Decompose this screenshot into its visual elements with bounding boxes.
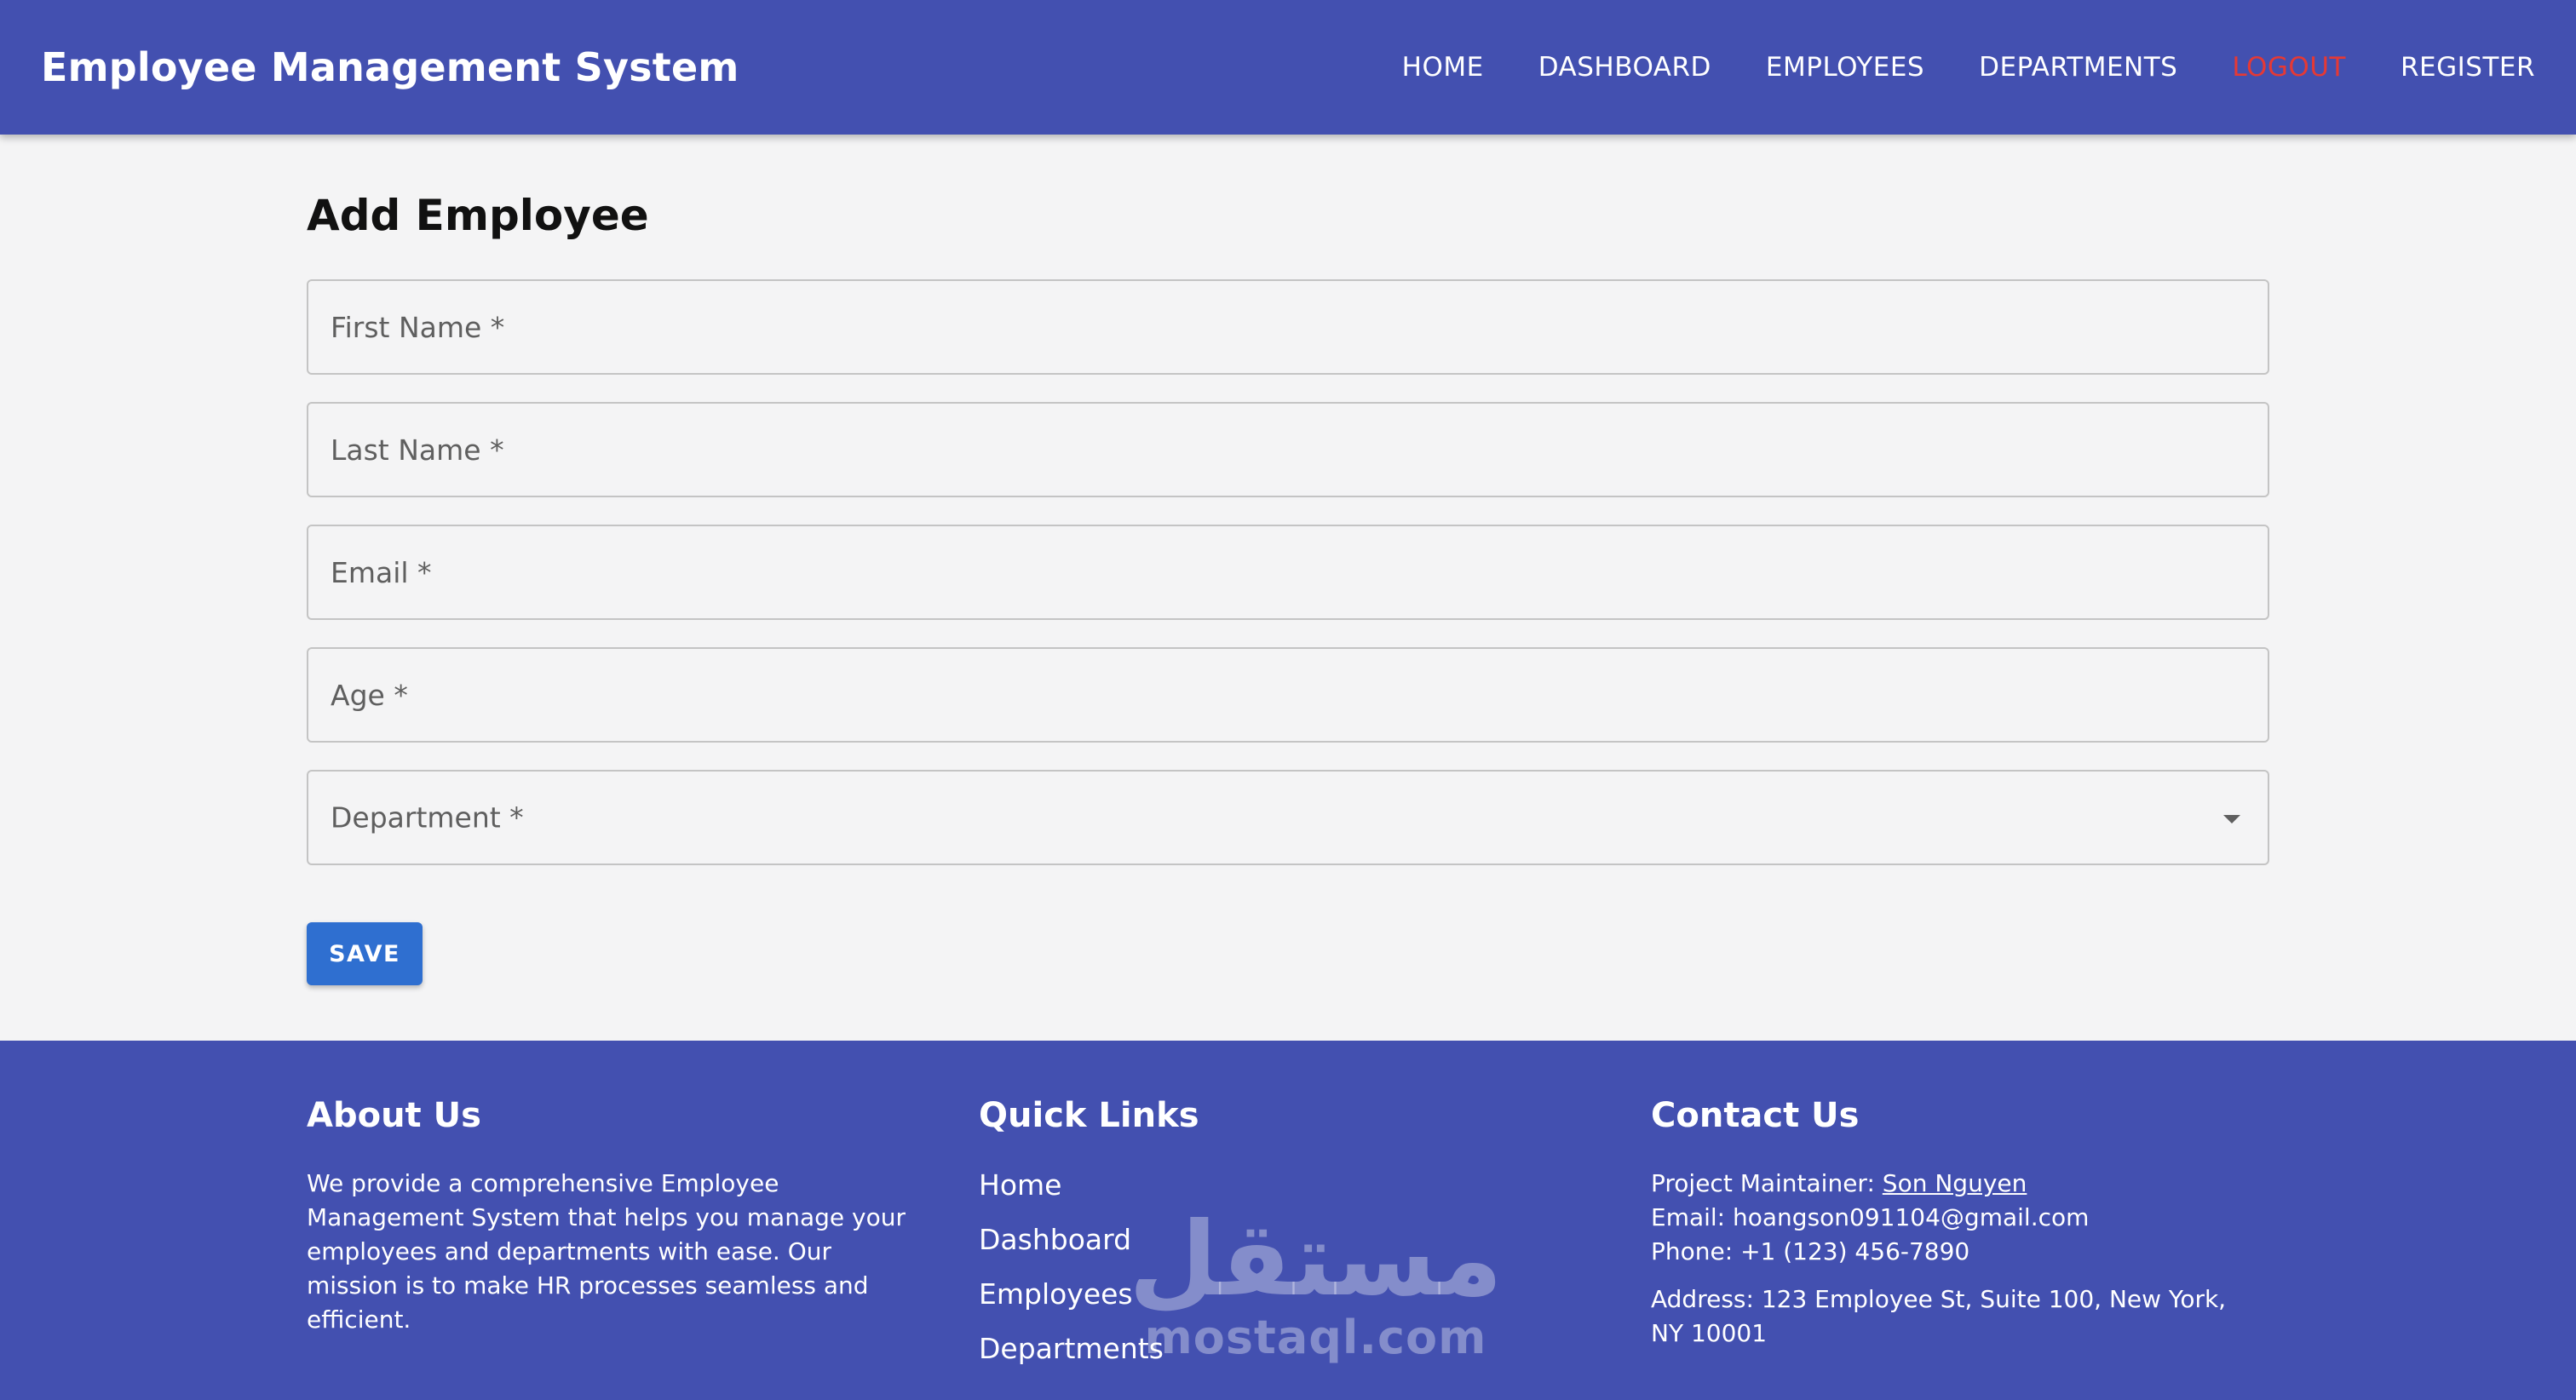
maintainer-label: Project Maintainer: [1651,1169,1883,1197]
main-nav: HOME DASHBOARD EMPLOYEES DEPARTMENTS LOG… [1348,52,2535,83]
department-label: Department * [331,800,524,835]
maintainer-link[interactable]: Son Nguyen [1883,1169,2027,1197]
maintainer-line: Project Maintainer: Son Nguyen [1651,1167,2247,1201]
footer-quick-links: Quick Links Home Dashboard Employees Dep… [979,1099,1199,1368]
about-text: We provide a comprehensive Employee Mana… [307,1169,906,1334]
contact-email: Email: hoangson091104@gmail.com [1651,1203,2090,1231]
last-name-input[interactable] [308,404,2268,496]
contact-address: Address: 123 Employee St, Suite 100, New… [1651,1285,2227,1347]
department-select[interactable]: Department * [307,770,2269,865]
nav-employees[interactable]: EMPLOYEES [1766,52,1924,83]
footer-about: About Us We provide a comprehensive Empl… [307,1099,920,1337]
footer-link-departments[interactable]: Departments [979,1330,1199,1368]
last-name-field[interactable] [307,402,2269,497]
quick-links-list: Home Dashboard Employees Departments [979,1167,1199,1368]
footer: About Us We provide a comprehensive Empl… [0,1041,2576,1400]
email-input[interactable] [308,526,2268,618]
age-input[interactable] [308,649,2268,741]
contact-title: Contact Us [1651,1096,1860,1135]
nav-departments[interactable]: DEPARTMENTS [1979,52,2177,83]
first-name-field[interactable] [307,279,2269,375]
about-title: About Us [307,1096,481,1135]
footer-link-dashboard[interactable]: Dashboard [979,1221,1199,1259]
page-title: Add Employee [307,191,649,240]
first-name-input[interactable] [308,281,2268,373]
nav-dashboard[interactable]: DASHBOARD [1538,52,1711,83]
age-field[interactable] [307,647,2269,743]
add-employee-form: Department * SAVE [307,279,2269,985]
quick-links-title: Quick Links [979,1096,1199,1135]
app-header: Employee Management System HOME DASHBOAR… [0,0,2576,135]
chevron-down-icon[interactable] [2223,815,2240,823]
main-content: Add Employee Department * SAVE [307,135,2269,985]
email-field[interactable] [307,525,2269,620]
nav-home[interactable]: HOME [1402,52,1484,83]
save-button[interactable]: SAVE [307,922,423,985]
contact-phone: Phone: +1 (123) 456-7890 [1651,1237,1970,1265]
contact-info: Project Maintainer: Son Nguyen Email: ho… [1651,1167,2247,1351]
app-title: Employee Management System [41,44,739,90]
footer-contact: Contact Us Project Maintainer: Son Nguye… [1651,1099,2247,1351]
nav-logout[interactable]: LOGOUT [2232,52,2346,83]
nav-register[interactable]: REGISTER [2401,52,2535,83]
footer-link-employees[interactable]: Employees [979,1276,1199,1313]
footer-link-home[interactable]: Home [979,1167,1199,1204]
